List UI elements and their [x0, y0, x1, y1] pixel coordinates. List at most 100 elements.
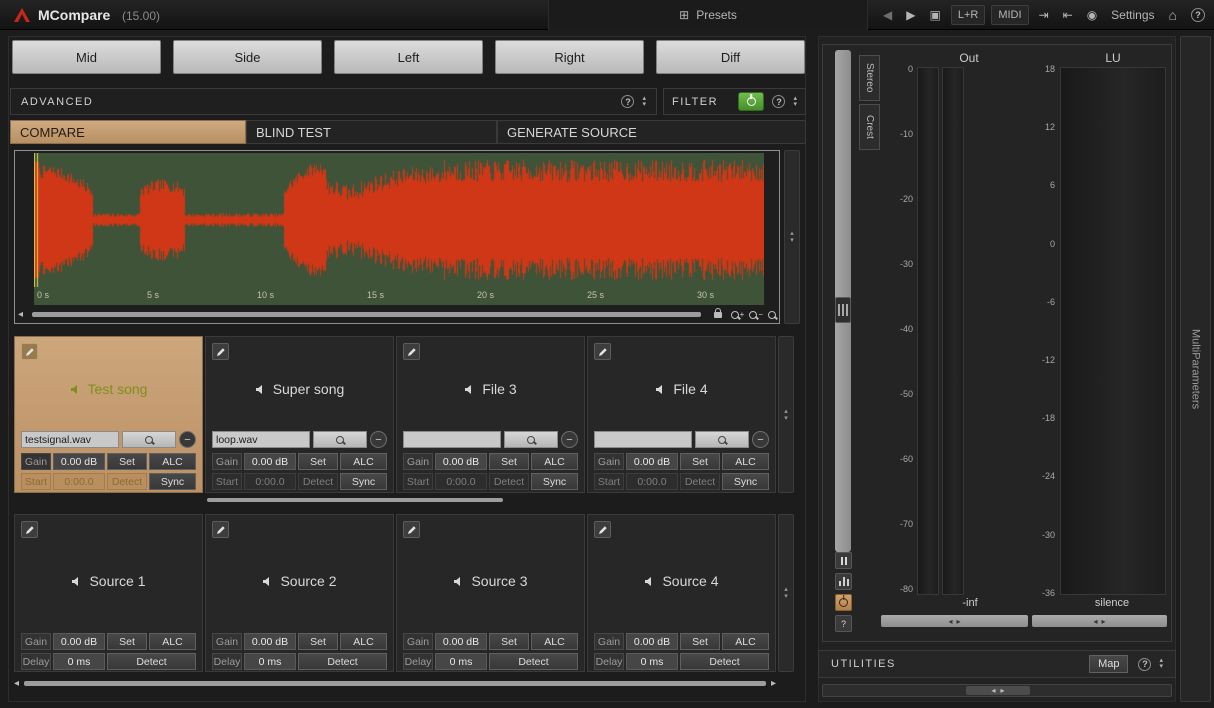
waveform-display[interactable]	[34, 153, 764, 287]
filename-field[interactable]: loop.wav	[212, 431, 310, 448]
source-list-vertical-scrollbar[interactable]: ▴▾	[778, 514, 794, 672]
remove-button[interactable]: −	[179, 431, 196, 448]
meter-columns-icon[interactable]	[835, 573, 852, 590]
waveform-view[interactable]: 0 s5 s10 s15 s20 s25 s30 s	[34, 153, 764, 305]
browse-button[interactable]	[695, 431, 749, 448]
main-horizontal-scrollbar[interactable]: ◂ ▸	[14, 676, 776, 690]
remove-button[interactable]: −	[752, 431, 769, 448]
edit-pencil-button[interactable]	[594, 521, 611, 538]
delay-value[interactable]: 0 ms	[626, 653, 678, 670]
remove-button[interactable]: −	[561, 431, 578, 448]
start-value[interactable]: 0:00.0	[435, 473, 487, 490]
edit-pencil-button[interactable]	[21, 343, 38, 360]
redo-button[interactable]: ▶	[899, 0, 922, 30]
out-meter-left[interactable]	[917, 67, 939, 595]
waveform-vertical-scrollbar[interactable]: ▴▾	[784, 150, 800, 324]
channel-mid-button[interactable]: Mid	[12, 40, 161, 74]
sync-button[interactable]: Sync	[340, 473, 387, 490]
scrollbar-track[interactable]	[24, 681, 766, 686]
zoom-in-icon[interactable]: +	[731, 310, 745, 319]
start-value[interactable]: 0:00.0	[626, 473, 678, 490]
edit-pencil-button[interactable]	[212, 521, 229, 538]
scrollbar-handle[interactable]: ◂▸	[966, 686, 1030, 695]
file-list-horizontal-scrollbar[interactable]	[14, 497, 776, 503]
audio-icon[interactable]: ◉	[1080, 0, 1104, 30]
tab-compare[interactable]: COMPARE	[10, 120, 246, 144]
edit-pencil-button[interactable]	[403, 521, 420, 538]
file-slot[interactable]: Test song testsignal.wav − Gain 0.00 dB …	[14, 336, 203, 493]
detect-button[interactable]: Detect	[107, 653, 196, 670]
out-meter-right[interactable]	[942, 67, 964, 595]
pause-button[interactable]	[835, 552, 852, 569]
undo-button[interactable]: ◀	[876, 0, 899, 30]
filter-help-icon[interactable]: ?	[772, 95, 785, 108]
sync-button[interactable]: Sync	[531, 473, 578, 490]
set-button[interactable]: Set	[107, 633, 147, 650]
filter-power-button[interactable]	[738, 92, 764, 111]
alc-button[interactable]: ALC	[149, 453, 196, 470]
gain-value[interactable]: 0.00 dB	[626, 453, 678, 470]
browse-button[interactable]	[504, 431, 558, 448]
gain-value[interactable]: 0.00 dB	[435, 633, 487, 650]
start-value[interactable]: 0:00.0	[53, 473, 105, 490]
sync-button[interactable]: Sync	[722, 473, 769, 490]
sync-button[interactable]: Sync	[149, 473, 196, 490]
help-button[interactable]: ?	[1184, 0, 1212, 30]
browse-button[interactable]	[313, 431, 367, 448]
alc-button[interactable]: ALC	[340, 453, 387, 470]
alc-button[interactable]: ALC	[340, 633, 387, 650]
lock-icon[interactable]	[714, 312, 722, 318]
edit-pencil-button[interactable]	[212, 343, 229, 360]
source-slot[interactable]: Source 4 Gain 0.00 dB Set ALC Delay 0 ms…	[587, 514, 776, 672]
source-slot[interactable]: Source 3 Gain 0.00 dB Set ALC Delay 0 ms…	[396, 514, 585, 672]
alc-button[interactable]: ALC	[149, 633, 196, 650]
alc-button[interactable]: ALC	[531, 633, 578, 650]
source-slot[interactable]: Source 2 Gain 0.00 dB Set ALC Delay 0 ms…	[205, 514, 394, 672]
utilities-bar[interactable]: UTILITIES Map ? ▴▾	[818, 650, 1176, 678]
gain-value[interactable]: 0.00 dB	[244, 633, 296, 650]
gain-value[interactable]: 0.00 dB	[435, 453, 487, 470]
set-button[interactable]: Set	[489, 453, 529, 470]
tab-blind-test[interactable]: BLIND TEST	[246, 120, 497, 144]
filename-field[interactable]: testsignal.wav	[21, 431, 119, 448]
zoom-out-icon[interactable]: −	[749, 310, 763, 319]
delay-value[interactable]: 0 ms	[53, 653, 105, 670]
set-button[interactable]: Set	[107, 453, 147, 470]
filename-field[interactable]	[403, 431, 501, 448]
filter-bar[interactable]: FILTER ? ▴▾	[663, 88, 806, 115]
detect-button[interactable]: Detect	[298, 473, 338, 490]
settings-button[interactable]: Settings	[1104, 0, 1161, 30]
advanced-bar[interactable]: ADVANCED ? ▴▾	[10, 88, 657, 115]
file-slot[interactable]: File 3 − Gain 0.00 dB Set ALC Start 0:00…	[396, 336, 585, 493]
map-button[interactable]: Map	[1089, 655, 1128, 673]
utilities-horizontal-scrollbar[interactable]: ◂▸	[822, 684, 1172, 697]
detect-button[interactable]: Detect	[489, 653, 578, 670]
edit-pencil-button[interactable]	[21, 521, 38, 538]
set-button[interactable]: Set	[680, 633, 720, 650]
start-value[interactable]: 0:00.0	[244, 473, 296, 490]
browse-button[interactable]	[122, 431, 176, 448]
detect-button[interactable]: Detect	[107, 473, 147, 490]
meter-range-slider[interactable]	[835, 50, 851, 552]
channel-right-button[interactable]: Right	[495, 40, 644, 74]
advanced-collapse-icon[interactable]: ▴▾	[642, 96, 646, 108]
file-slot[interactable]: File 4 − Gain 0.00 dB Set ALC Start 0:00…	[587, 336, 776, 493]
utilities-help-icon[interactable]: ?	[1138, 658, 1151, 671]
filter-collapse-icon[interactable]: ▴▾	[793, 96, 797, 108]
dock-in-icon[interactable]: ⇥	[1032, 0, 1056, 30]
multiparameters-panel[interactable]: MultiParameters	[1180, 36, 1211, 702]
dock-out-icon[interactable]: ⇤	[1056, 0, 1080, 30]
lu-meter[interactable]	[1060, 67, 1166, 595]
meter-help-button[interactable]: ?	[835, 615, 852, 632]
file-list-vertical-scrollbar[interactable]: ▴▾	[778, 336, 794, 493]
scroll-left-icon[interactable]: ◂	[18, 309, 23, 320]
gain-value[interactable]: 0.00 dB	[53, 453, 105, 470]
edit-pencil-button[interactable]	[594, 343, 611, 360]
alc-button[interactable]: ALC	[722, 633, 769, 650]
detect-button[interactable]: Detect	[680, 653, 769, 670]
source-slot[interactable]: Source 1 Gain 0.00 dB Set ALC Delay 0 ms…	[14, 514, 203, 672]
channel-diff-button[interactable]: Diff	[656, 40, 805, 74]
scroll-left-icon[interactable]: ◂	[14, 678, 19, 689]
tab-generate-source[interactable]: GENERATE SOURCE	[497, 120, 806, 144]
gain-value[interactable]: 0.00 dB	[626, 633, 678, 650]
